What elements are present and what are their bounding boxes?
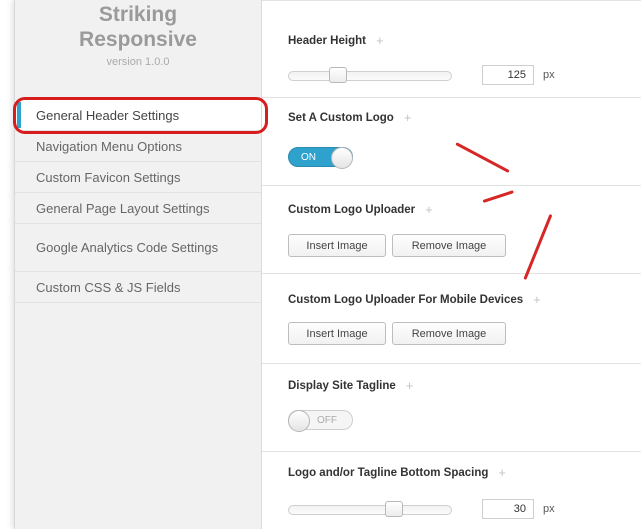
remove-image-button[interactable]: Remove Image [392,322,506,345]
sidebar-item-label: Google Analytics Code Settings [36,240,219,255]
plus-icon[interactable]: + [404,110,412,125]
section-title: Logo and/or Tagline Bottom Spacing + [288,465,506,480]
unit-label: px [543,503,555,515]
sidebar: Striking Responsive version 1.0.0 Genera… [15,0,262,529]
brand-title-line1: Striking [98,3,178,26]
section-title: Custom Logo Uploader For Mobile Devices … [288,292,541,307]
site-tagline-toggle[interactable]: OFF [288,410,353,432]
plus-icon[interactable]: + [406,378,414,393]
section-title: Set A Custom Logo + [288,110,411,125]
sidebar-item-label: Custom Favicon Settings [36,169,181,185]
section-title: Header Height + [288,33,384,48]
toggle-label: ON [301,152,316,163]
bottom-spacing-slider[interactable] [288,501,452,517]
toggle-knob [331,147,353,169]
section-title-text: Logo and/or Tagline Bottom Spacing [288,466,489,479]
section-title: Display Site Tagline + [288,378,413,393]
plus-icon[interactable]: + [425,202,433,217]
section-site-tagline: Display Site Tagline + OFF [262,364,641,452]
sidebar-item-custom-favicon[interactable]: Custom Favicon Settings [15,162,261,193]
settings-panel: Striking Responsive version 1.0.0 Genera… [13,0,641,529]
main-content: Header Height + 125 px Set A Custom Logo… [262,0,641,529]
custom-logo-toggle[interactable]: ON [288,147,353,169]
sidebar-item-custom-css-js[interactable]: Custom CSS & JS Fields [15,272,261,303]
sidebar-item-general-header[interactable]: General Header Settings [15,100,261,131]
sidebar-item-label: Custom CSS & JS Fields [36,279,181,295]
insert-image-button[interactable]: Insert Image [288,322,386,345]
section-logo-uploader: Custom Logo Uploader + Insert Image Remo… [262,186,641,274]
sidebar-item-label: Navigation Menu Options [36,138,182,154]
plus-icon[interactable]: + [533,292,541,307]
sidebar-item-google-analytics[interactable]: Google Analytics Code Settings [15,224,261,272]
brand-title-line2: Responsive [79,28,197,51]
unit-label: px [543,69,555,81]
sidebar-nav: General Header Settings Navigation Menu … [15,100,261,303]
toggle-knob [288,410,310,432]
insert-image-button[interactable]: Insert Image [288,234,386,257]
section-title-text: Header Height [288,34,366,47]
sidebar-item-page-layout[interactable]: General Page Layout Settings [15,193,261,224]
section-custom-logo: Set A Custom Logo + ON [262,98,641,186]
sidebar-item-label: General Page Layout Settings [36,200,210,216]
section-bottom-spacing: Logo and/or Tagline Bottom Spacing + 30 … [262,452,641,529]
slider-handle[interactable] [329,67,347,83]
brand-version: version 1.0.0 [106,56,170,68]
slider-handle[interactable] [385,501,403,517]
sidebar-item-label: General Header Settings [36,107,180,123]
sidebar-item-navigation-menu[interactable]: Navigation Menu Options [15,131,261,162]
section-title-text: Display Site Tagline [288,379,396,392]
section-title-text: Custom Logo Uploader [288,203,416,216]
remove-image-button[interactable]: Remove Image [392,234,506,257]
section-mobile-logo-uploader: Custom Logo Uploader For Mobile Devices … [262,274,641,364]
section-title-text: Set A Custom Logo [288,111,394,124]
section-header-height: Header Height + 125 px [262,0,641,98]
plus-icon[interactable]: + [376,33,384,48]
section-title: Custom Logo Uploader + [288,202,433,217]
plus-icon[interactable]: + [498,465,506,480]
bottom-spacing-input[interactable]: 30 [482,499,534,519]
header-height-slider[interactable] [288,67,452,83]
toggle-label: OFF [317,415,337,426]
section-title-text: Custom Logo Uploader For Mobile Devices [288,293,524,306]
header-height-input[interactable]: 125 [482,65,534,85]
